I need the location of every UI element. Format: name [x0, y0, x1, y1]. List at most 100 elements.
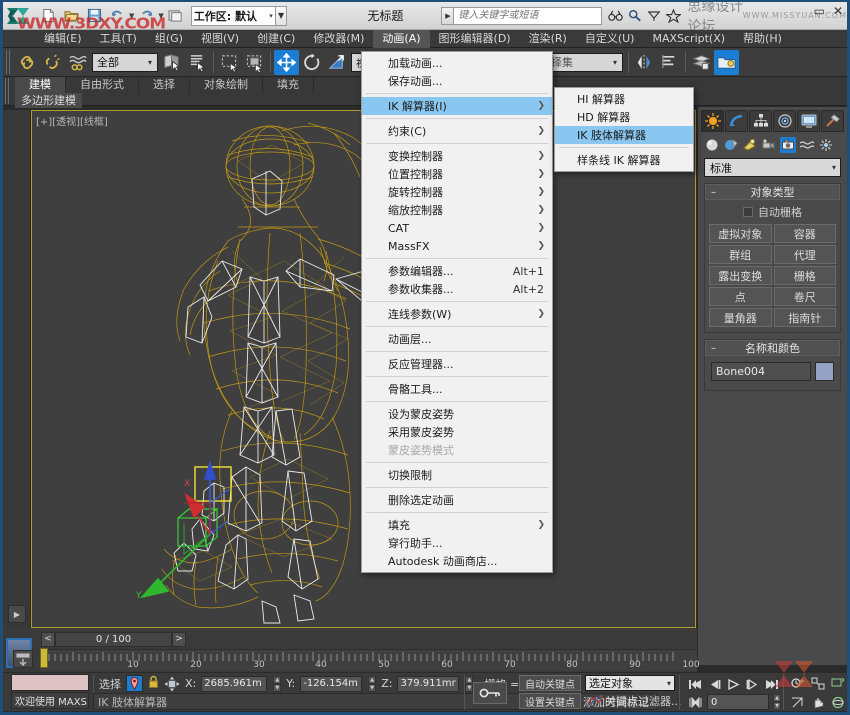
- lights-icon[interactable]: [742, 137, 758, 153]
- app-logo-icon[interactable]: [5, 3, 35, 29]
- zoom-icon[interactable]: [809, 675, 826, 691]
- coord-y-spinner[interactable]: ▲ ▼: [368, 675, 377, 692]
- menu-walkthrough-assistant[interactable]: 穿行助手...: [362, 534, 552, 552]
- close-button[interactable]: ✕: [833, 4, 843, 18]
- orbit-icon[interactable]: [829, 694, 846, 710]
- mirror-icon[interactable]: [632, 50, 657, 75]
- coord-x-spinner[interactable]: ▲ ▼: [273, 675, 282, 692]
- tape-button[interactable]: 卷尺: [773, 287, 836, 306]
- track-bar[interactable]: 10 20 30 40 50 60 70 80 90 100: [41, 649, 700, 671]
- name-and-color-header[interactable]: – 名称和颜色: [705, 340, 840, 356]
- binoculars-icon[interactable]: [608, 9, 624, 22]
- delegate-button[interactable]: 代理: [773, 245, 836, 264]
- container-button[interactable]: 容器: [773, 224, 836, 243]
- absolute-relative-transform-icon[interactable]: [164, 676, 180, 692]
- menu-customize[interactable]: 自定义(U): [576, 30, 644, 48]
- systems-icon[interactable]: [818, 137, 834, 153]
- protractor-button[interactable]: 量角器: [709, 308, 772, 327]
- menu-rendering[interactable]: 渲染(R): [520, 30, 576, 48]
- menu-set-as-skin-pose[interactable]: 设为蒙皮姿势: [362, 405, 552, 423]
- menu-cat[interactable]: CAT ❯: [362, 219, 552, 237]
- menu-assume-skin-pose[interactable]: 采用蒙皮姿势: [362, 423, 552, 441]
- select-and-link-icon[interactable]: [15, 50, 40, 75]
- play-animation-icon[interactable]: [725, 676, 742, 692]
- go-to-start-icon[interactable]: [687, 676, 704, 692]
- geometry-icon[interactable]: [704, 137, 720, 153]
- menu-reaction-manager[interactable]: 反应管理器...: [362, 355, 552, 373]
- save-file-icon[interactable]: [83, 5, 105, 27]
- select-by-name-icon[interactable]: [185, 50, 210, 75]
- ribbon-tab-object-paint[interactable]: 对象绘制: [190, 77, 263, 93]
- menu-delete-selected-animation[interactable]: 删除选定动画: [362, 491, 552, 509]
- menu-ik-solvers[interactable]: IK 解算器(I) ❯: [362, 97, 552, 115]
- pan-hand-icon[interactable]: [809, 694, 826, 710]
- toolbar-grip[interactable]: [6, 50, 12, 74]
- redo-icon[interactable]: [135, 5, 157, 27]
- workspace-selector[interactable]: 工作区: 默认 ▾: [190, 5, 276, 26]
- menu-massfx[interactable]: MassFX ❯: [362, 237, 552, 255]
- expose-transform-button[interactable]: 露出变换: [709, 266, 772, 285]
- autogrid-checkbox[interactable]: [743, 207, 753, 217]
- unlink-selection-icon[interactable]: [40, 50, 65, 75]
- menu-tools[interactable]: 工具(T): [91, 30, 146, 48]
- menu-transform-controllers[interactable]: 变换控制器 ❯: [362, 147, 552, 165]
- selection-lock-pin-icon[interactable]: [126, 675, 143, 692]
- previous-frame-icon[interactable]: [706, 676, 723, 692]
- set-key-button[interactable]: 设置关键点: [519, 693, 581, 709]
- coord-z-field[interactable]: 379.911mr: [397, 675, 460, 692]
- undo-dropdown-arrow-icon[interactable]: ▼: [129, 12, 134, 20]
- key-filters-label[interactable]: 关键点过滤器...: [605, 693, 682, 709]
- menu-toggle-limits[interactable]: 切换限制: [362, 466, 552, 484]
- ribbon-tab-freeform[interactable]: 自由形式: [66, 77, 139, 93]
- menu-load-animation[interactable]: 加载动画...: [362, 54, 552, 72]
- time-configuration-icon[interactable]: [789, 675, 806, 691]
- menu-rotation-controllers[interactable]: 旋转控制器 ❯: [362, 183, 552, 201]
- helpers-icon[interactable]: [780, 137, 796, 153]
- menu-create[interactable]: 创建(C): [248, 30, 304, 48]
- align-icon[interactable]: [657, 50, 682, 75]
- zoom-all-icon[interactable]: [829, 675, 846, 691]
- menu-save-animation[interactable]: 保存动画...: [362, 72, 552, 90]
- menu-autodesk-animation-store[interactable]: Autodesk 动画商店...: [362, 552, 552, 570]
- point-button[interactable]: 点: [709, 287, 772, 306]
- menu-parameter-editor[interactable]: 参数编辑器... Alt+1: [362, 262, 552, 280]
- redo-dropdown-arrow-icon[interactable]: ▼: [158, 12, 163, 20]
- coord-x-field[interactable]: 2685.961m: [201, 675, 268, 692]
- minimize-button[interactable]: ▭: [814, 4, 825, 18]
- search-input[interactable]: [454, 6, 603, 25]
- menu-views[interactable]: 视图(V): [192, 30, 248, 48]
- hierarchy-tab[interactable]: [749, 110, 772, 132]
- next-frame-icon[interactable]: [744, 676, 761, 692]
- menu-populate[interactable]: 填充 ❯: [362, 516, 552, 534]
- ribbon-tab-populate[interactable]: 填充: [263, 77, 314, 93]
- ribbon-tab-modeling[interactable]: 建模: [15, 77, 66, 93]
- object-name-input[interactable]: Bone004: [711, 362, 811, 381]
- menu-parameter-collector[interactable]: 参数收集器... Alt+2: [362, 280, 552, 298]
- key-mode-toggle-icon[interactable]: [687, 694, 704, 710]
- menu-help[interactable]: 帮助(H): [734, 30, 791, 48]
- rectangular-selection-region-icon[interactable]: [217, 50, 242, 75]
- coord-y-field[interactable]: -126.154m: [300, 675, 363, 692]
- select-and-move-icon[interactable]: [274, 49, 299, 75]
- bind-to-space-warp-icon[interactable]: [65, 50, 90, 75]
- shapes-icon[interactable]: [723, 137, 739, 153]
- menu-animation[interactable]: 动画(A): [373, 29, 430, 48]
- current-frame-display[interactable]: 0 / 100: [55, 631, 172, 647]
- submenu-spline-ik-solver[interactable]: 样条线 IK 解算器: [555, 151, 693, 169]
- ribbon-subtab-polygon-modeling[interactable]: 多边形建模: [15, 93, 82, 108]
- menu-group[interactable]: 组(G): [146, 30, 192, 48]
- menu-edit[interactable]: 编辑(E): [35, 30, 91, 48]
- menu-maxscript[interactable]: MAXScript(X): [643, 30, 734, 48]
- menu-bone-tools[interactable]: 骨骼工具...: [362, 380, 552, 398]
- autogrid-row[interactable]: 自动栅格: [709, 204, 836, 220]
- prev-frame-button[interactable]: <: [41, 631, 55, 647]
- modify-tab[interactable]: [725, 110, 748, 132]
- crowd-button[interactable]: 群组: [709, 245, 772, 264]
- undo-icon[interactable]: [106, 5, 128, 27]
- favorites-star-icon[interactable]: [666, 8, 682, 23]
- set-key-big-button[interactable]: [473, 682, 507, 704]
- display-tab[interactable]: [797, 110, 820, 132]
- zoom-region-icon[interactable]: [789, 694, 806, 710]
- auto-key-button[interactable]: 自动关键点: [519, 675, 581, 691]
- menu-wire-parameters[interactable]: 连线参数(W) ❯: [362, 305, 552, 323]
